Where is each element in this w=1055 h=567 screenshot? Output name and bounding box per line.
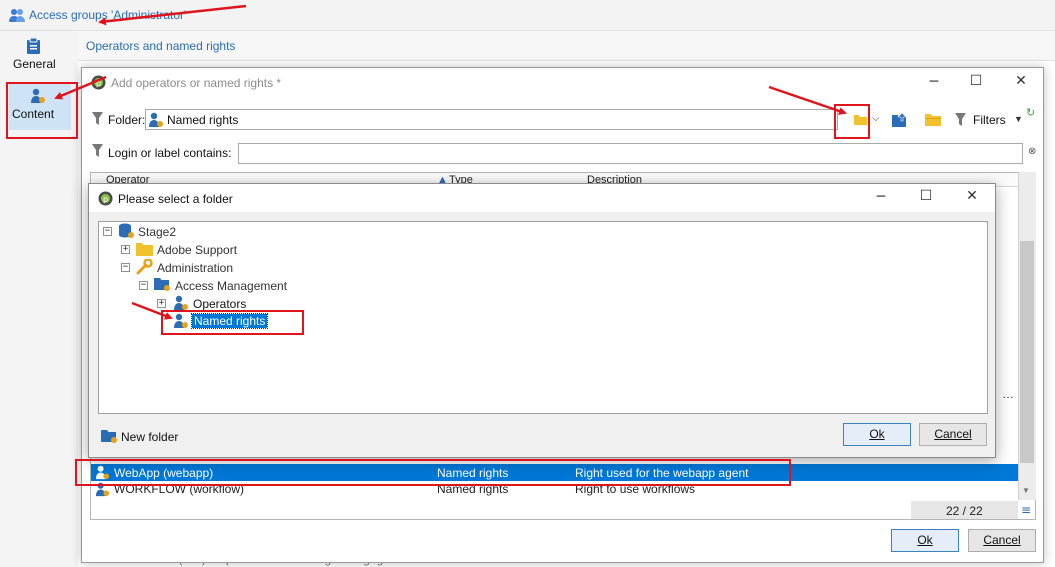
arrow-to-content-tab — [54, 75, 107, 100]
arrow-to-named-rights — [131, 301, 173, 320]
annotation-arrows — [54, 4, 847, 320]
arrow-to-folder-picker — [768, 85, 847, 115]
arrow-to-title — [98, 4, 247, 26]
